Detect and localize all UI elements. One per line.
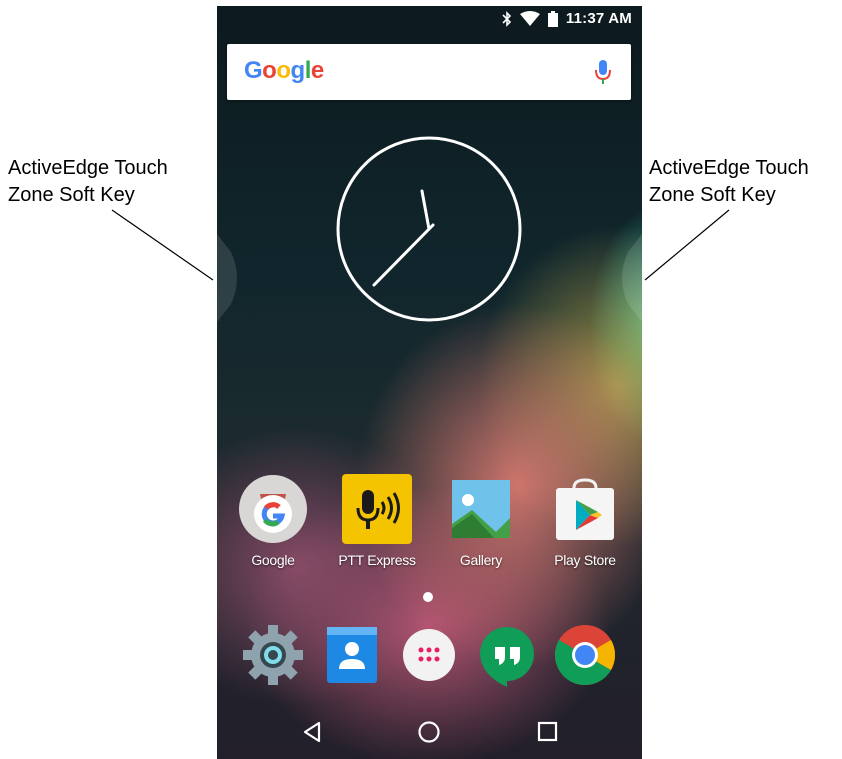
chrome-icon[interactable]	[553, 623, 617, 687]
callout-right-line1: ActiveEdge Touch	[649, 157, 809, 179]
active-edge-left-soft-key[interactable]	[217, 234, 243, 322]
callout-left-line2: Zone Soft Key	[8, 184, 135, 206]
page-indicator-dot	[423, 592, 433, 602]
recents-icon[interactable]	[534, 718, 562, 746]
google-logo-letter: g	[290, 57, 306, 84]
contacts-icon[interactable]	[319, 623, 383, 687]
hangouts-icon[interactable]	[475, 623, 539, 687]
favorites-dock	[217, 623, 642, 693]
google-logo-letter: G	[244, 57, 263, 84]
callout-right-line2: Zone Soft Key	[649, 184, 776, 206]
callout-right-leader	[644, 209, 730, 281]
analog-clock-widget[interactable]	[336, 136, 522, 322]
battery-icon	[547, 10, 558, 27]
status-icons: 11:37 AM	[502, 10, 632, 27]
home-app-row: Google PTT Express Gallery Play Store	[217, 474, 642, 574]
gallery-icon	[452, 480, 510, 538]
clock-hour-hand	[420, 189, 431, 231]
home-icon[interactable]	[415, 718, 443, 746]
status-time: 11:37 AM	[565, 10, 632, 27]
settings-icon[interactable]	[241, 623, 305, 687]
app-play-store-label: Play Store	[554, 552, 616, 568]
phone-screen: 11:37 AM Google Google PTT Express Galle…	[217, 6, 642, 759]
callout-left-leader	[111, 209, 214, 281]
wifi-icon	[519, 10, 540, 26]
callout-left-label: ActiveEdge Touch Zone Soft Key	[8, 155, 168, 209]
app-google-label: Google	[251, 552, 295, 568]
google-logo-letter: o	[276, 57, 291, 84]
google-icon	[239, 475, 307, 543]
app-gallery-label: Gallery	[459, 552, 503, 568]
google-logo-letter: e	[310, 57, 324, 84]
google-logo: Google	[244, 57, 324, 85]
callout-left-line1: ActiveEdge Touch	[8, 157, 168, 179]
google-search-bar[interactable]: Google	[227, 44, 631, 100]
play-store-icon	[556, 478, 614, 540]
callout-right-label: ActiveEdge Touch Zone Soft Key	[649, 155, 809, 209]
app-drawer-icon[interactable]	[397, 623, 461, 687]
google-logo-letter: o	[262, 57, 277, 84]
microphone-icon[interactable]	[595, 58, 611, 86]
navigation-bar	[217, 706, 642, 759]
clock-minute-hand	[372, 223, 435, 287]
bluetooth-icon	[502, 10, 512, 27]
ptt-express-icon	[342, 474, 412, 544]
active-edge-right-soft-key[interactable]	[616, 234, 642, 322]
app-ptt-express-label: PTT Express	[338, 552, 416, 568]
back-icon[interactable]	[299, 718, 327, 746]
status-bar: 11:37 AM	[217, 6, 642, 34]
